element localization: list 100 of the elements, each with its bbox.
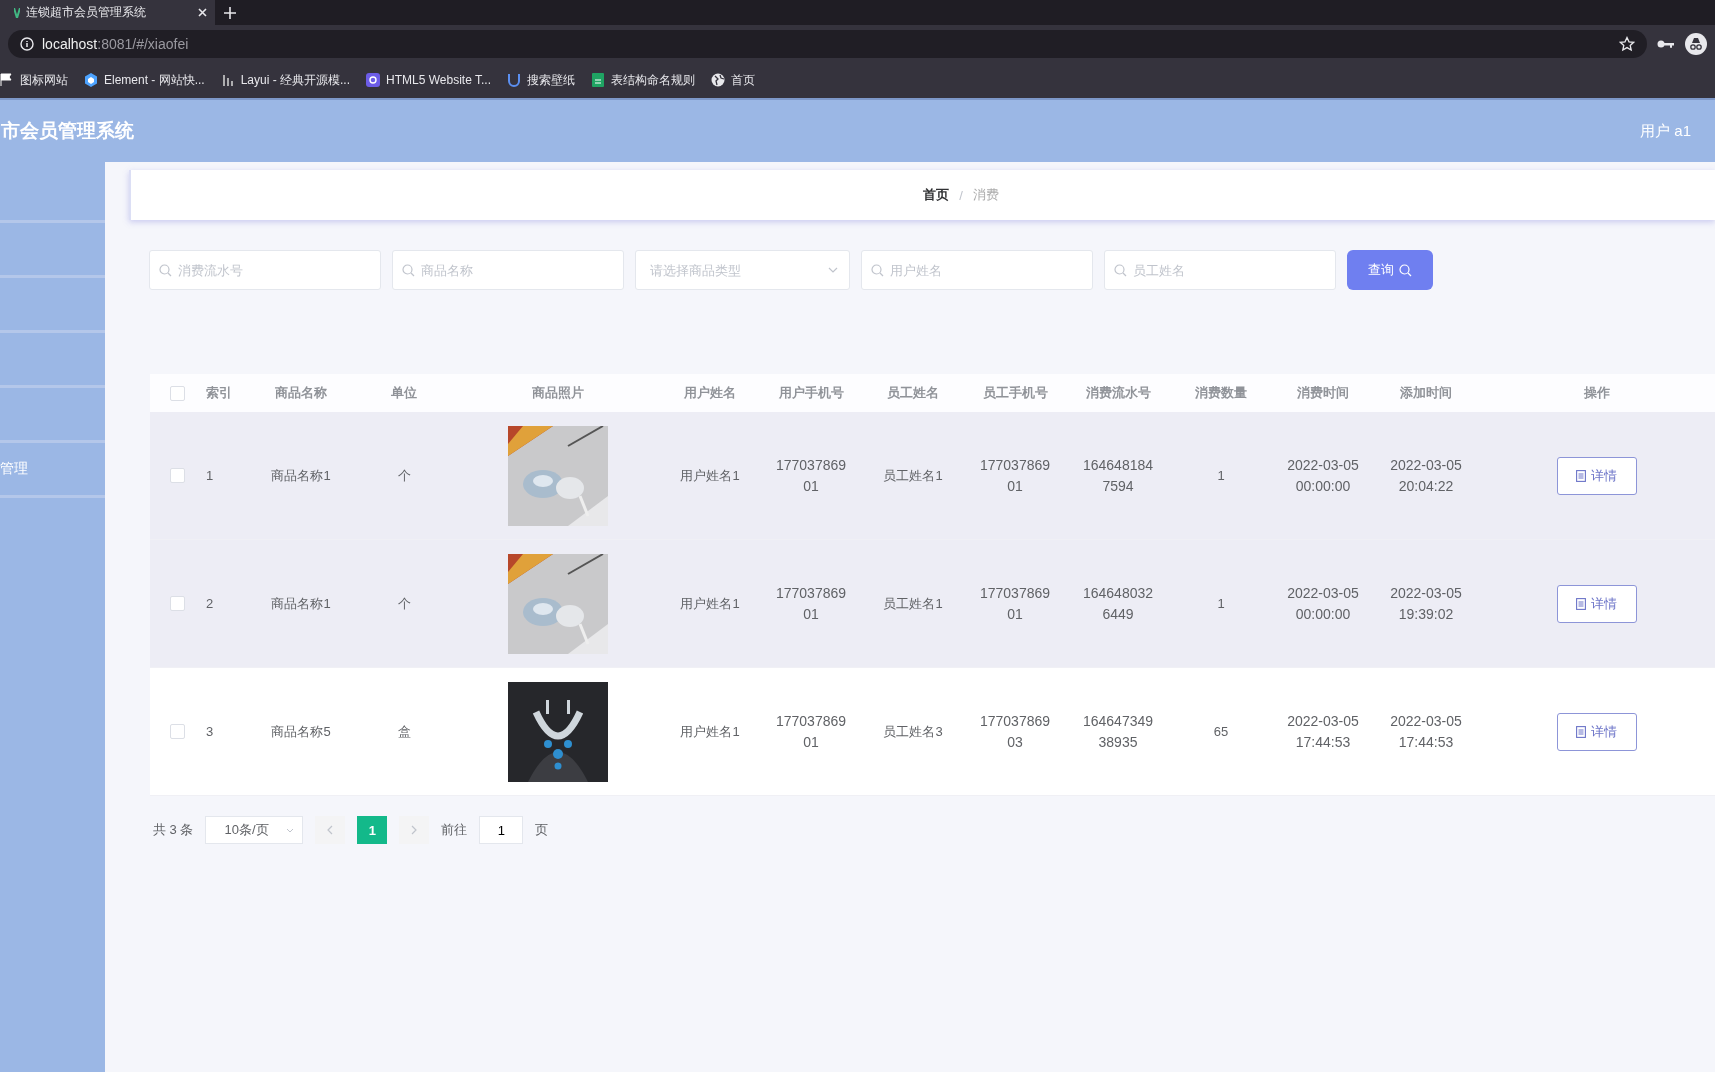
document-icon <box>1576 469 1586 482</box>
column-header: 索引 <box>205 384 233 402</box>
bookmark[interactable]: 首页 <box>711 71 755 89</box>
table-cell-text: 2 <box>205 595 215 613</box>
table-cell-text: 2022-03-05 20:04:22 <box>1389 455 1463 496</box>
total-count: 共 3 条 <box>153 821 194 839</box>
checkbox[interactable] <box>170 468 185 483</box>
detail-button[interactable]: 详情 <box>1556 712 1637 751</box>
table-cell-text: 商品名称1 <box>270 467 332 485</box>
table-cell-text: 2022-03-05 19:39:02 <box>1389 583 1463 624</box>
table-cell-text: 1646480326449 <box>1081 583 1155 624</box>
page-suffix: 页 <box>535 821 549 839</box>
globe-icon <box>711 73 725 87</box>
table-cell-text: 17703786901 <box>774 711 848 752</box>
table-cell-text: 2022-03-05 00:00:00 <box>1286 455 1360 496</box>
column-header: 员工姓名 <box>886 384 940 402</box>
bars-icon <box>220 73 235 87</box>
incognito-icon[interactable] <box>1685 32 1707 55</box>
table-cell-text: 2022-03-05 17:44:53 <box>1286 711 1360 752</box>
column-header: 员工手机号 <box>981 384 1049 402</box>
table-cell-text: 17703786901 <box>978 455 1052 496</box>
browser-tab[interactable]: 连锁超市会员管理系统 <box>0 0 215 25</box>
column-header: 消费流水号 <box>1084 384 1152 402</box>
info-icon <box>20 36 34 51</box>
search-icon <box>1399 263 1412 277</box>
app-title: 市会员管理系统 <box>1 119 134 143</box>
flag-icon <box>0 73 14 87</box>
next-page-button[interactable] <box>399 816 430 844</box>
query-button[interactable]: 查询 <box>1347 250 1433 290</box>
table-cell-text: 商品名称1 <box>270 595 332 613</box>
cube-icon <box>84 73 98 87</box>
table-cell-text: 1 <box>1216 595 1226 613</box>
page-size-select[interactable]: 10条/页 <box>205 816 304 844</box>
bookmark[interactable]: 图标网站 <box>0 71 68 89</box>
table-cell-text: 17703786901 <box>774 455 848 496</box>
column-header: 单位 <box>390 384 418 402</box>
column-header: 商品名称 <box>274 384 328 402</box>
url-text: localhost:8081/#/xiaofei <box>42 35 189 52</box>
table-cell-text: 员工姓名1 <box>882 467 944 485</box>
table-cell-text: 用户姓名1 <box>679 723 741 741</box>
tab-title: 连锁超市会员管理系统 <box>26 4 147 21</box>
chevron-down-icon <box>828 267 838 273</box>
chevron-right-icon <box>411 825 418 835</box>
table-cell-text: 盒 <box>396 723 412 741</box>
bookmark[interactable]: Layui - 经典开源模... <box>220 71 351 89</box>
search-field[interactable]: 用户姓名 <box>861 250 1093 290</box>
checkbox[interactable] <box>170 385 185 401</box>
prev-page-button[interactable] <box>315 816 346 844</box>
goto-label: 前往 <box>441 821 468 839</box>
table-cell-text: 用户姓名1 <box>679 595 741 613</box>
close-icon[interactable] <box>198 8 207 17</box>
column-header: 用户姓名 <box>683 384 737 402</box>
document-icon <box>1576 725 1586 738</box>
table-cell-text: 1 <box>205 467 215 485</box>
spreadsheet-icon <box>591 73 605 87</box>
table-cell-text: 1646481847594 <box>1081 455 1155 496</box>
table-cell-text: 16464734938935 <box>1081 711 1155 752</box>
table-cell-text: 员工姓名1 <box>882 595 944 613</box>
table-cell-text: 17703786901 <box>774 583 848 624</box>
table-cell-text: 员工姓名3 <box>882 723 944 741</box>
select-field[interactable]: 请选择商品类型 <box>635 250 850 290</box>
document-icon <box>1576 597 1586 610</box>
v-logo-icon <box>14 7 20 18</box>
bookmark[interactable]: 搜索壁纸 <box>507 71 575 89</box>
table-cell-text: 个 <box>396 467 412 485</box>
chevron-down-icon <box>286 827 295 833</box>
table-cell-text: 3 <box>205 723 215 741</box>
bookmark[interactable]: 表结构命名规则 <box>591 71 695 89</box>
search-icon <box>1114 264 1127 277</box>
bookmark[interactable]: Element - 网站快... <box>84 71 205 89</box>
address-bar[interactable]: localhost:8081/#/xiaofei <box>8 29 1647 58</box>
search-icon <box>871 264 884 277</box>
search-icon <box>402 264 415 277</box>
breadcrumb-link[interactable]: 首页 <box>923 186 950 204</box>
column-header: 用户手机号 <box>777 384 845 402</box>
chevron-left-icon <box>327 825 334 835</box>
search-field[interactable]: 商品名称 <box>392 250 624 290</box>
column-header: 消费数量 <box>1194 384 1248 402</box>
table-cell-text: 65 <box>1212 723 1230 741</box>
search-field[interactable]: 员工姓名 <box>1104 250 1336 290</box>
column-header: 商品照片 <box>531 384 585 402</box>
star-icon[interactable] <box>1619 35 1635 52</box>
checkbox[interactable] <box>170 596 185 611</box>
table-cell-text: 商品名称5 <box>270 723 332 741</box>
table-cell-text: 个 <box>396 595 412 613</box>
bookmark[interactable]: HTML5 Website T... <box>366 73 491 87</box>
page-input[interactable]: 1 <box>479 816 524 844</box>
search-field[interactable]: 消费流水号 <box>149 250 381 290</box>
table-cell-text: 17703786901 <box>978 583 1052 624</box>
table-cell-text: 用户姓名1 <box>679 467 741 485</box>
column-header: 添加时间 <box>1399 384 1453 402</box>
checkbox[interactable] <box>170 724 185 739</box>
detail-button[interactable]: 详情 <box>1556 584 1637 623</box>
column-header: 操作 <box>1582 384 1611 402</box>
square-icon <box>366 73 381 87</box>
column-header: 消费时间 <box>1296 384 1350 402</box>
table-cell-text: 2022-03-05 17:44:53 <box>1389 711 1463 752</box>
search-icon <box>159 264 172 277</box>
table-cell-text: 17703786903 <box>978 711 1052 752</box>
detail-button[interactable]: 详情 <box>1556 456 1637 495</box>
